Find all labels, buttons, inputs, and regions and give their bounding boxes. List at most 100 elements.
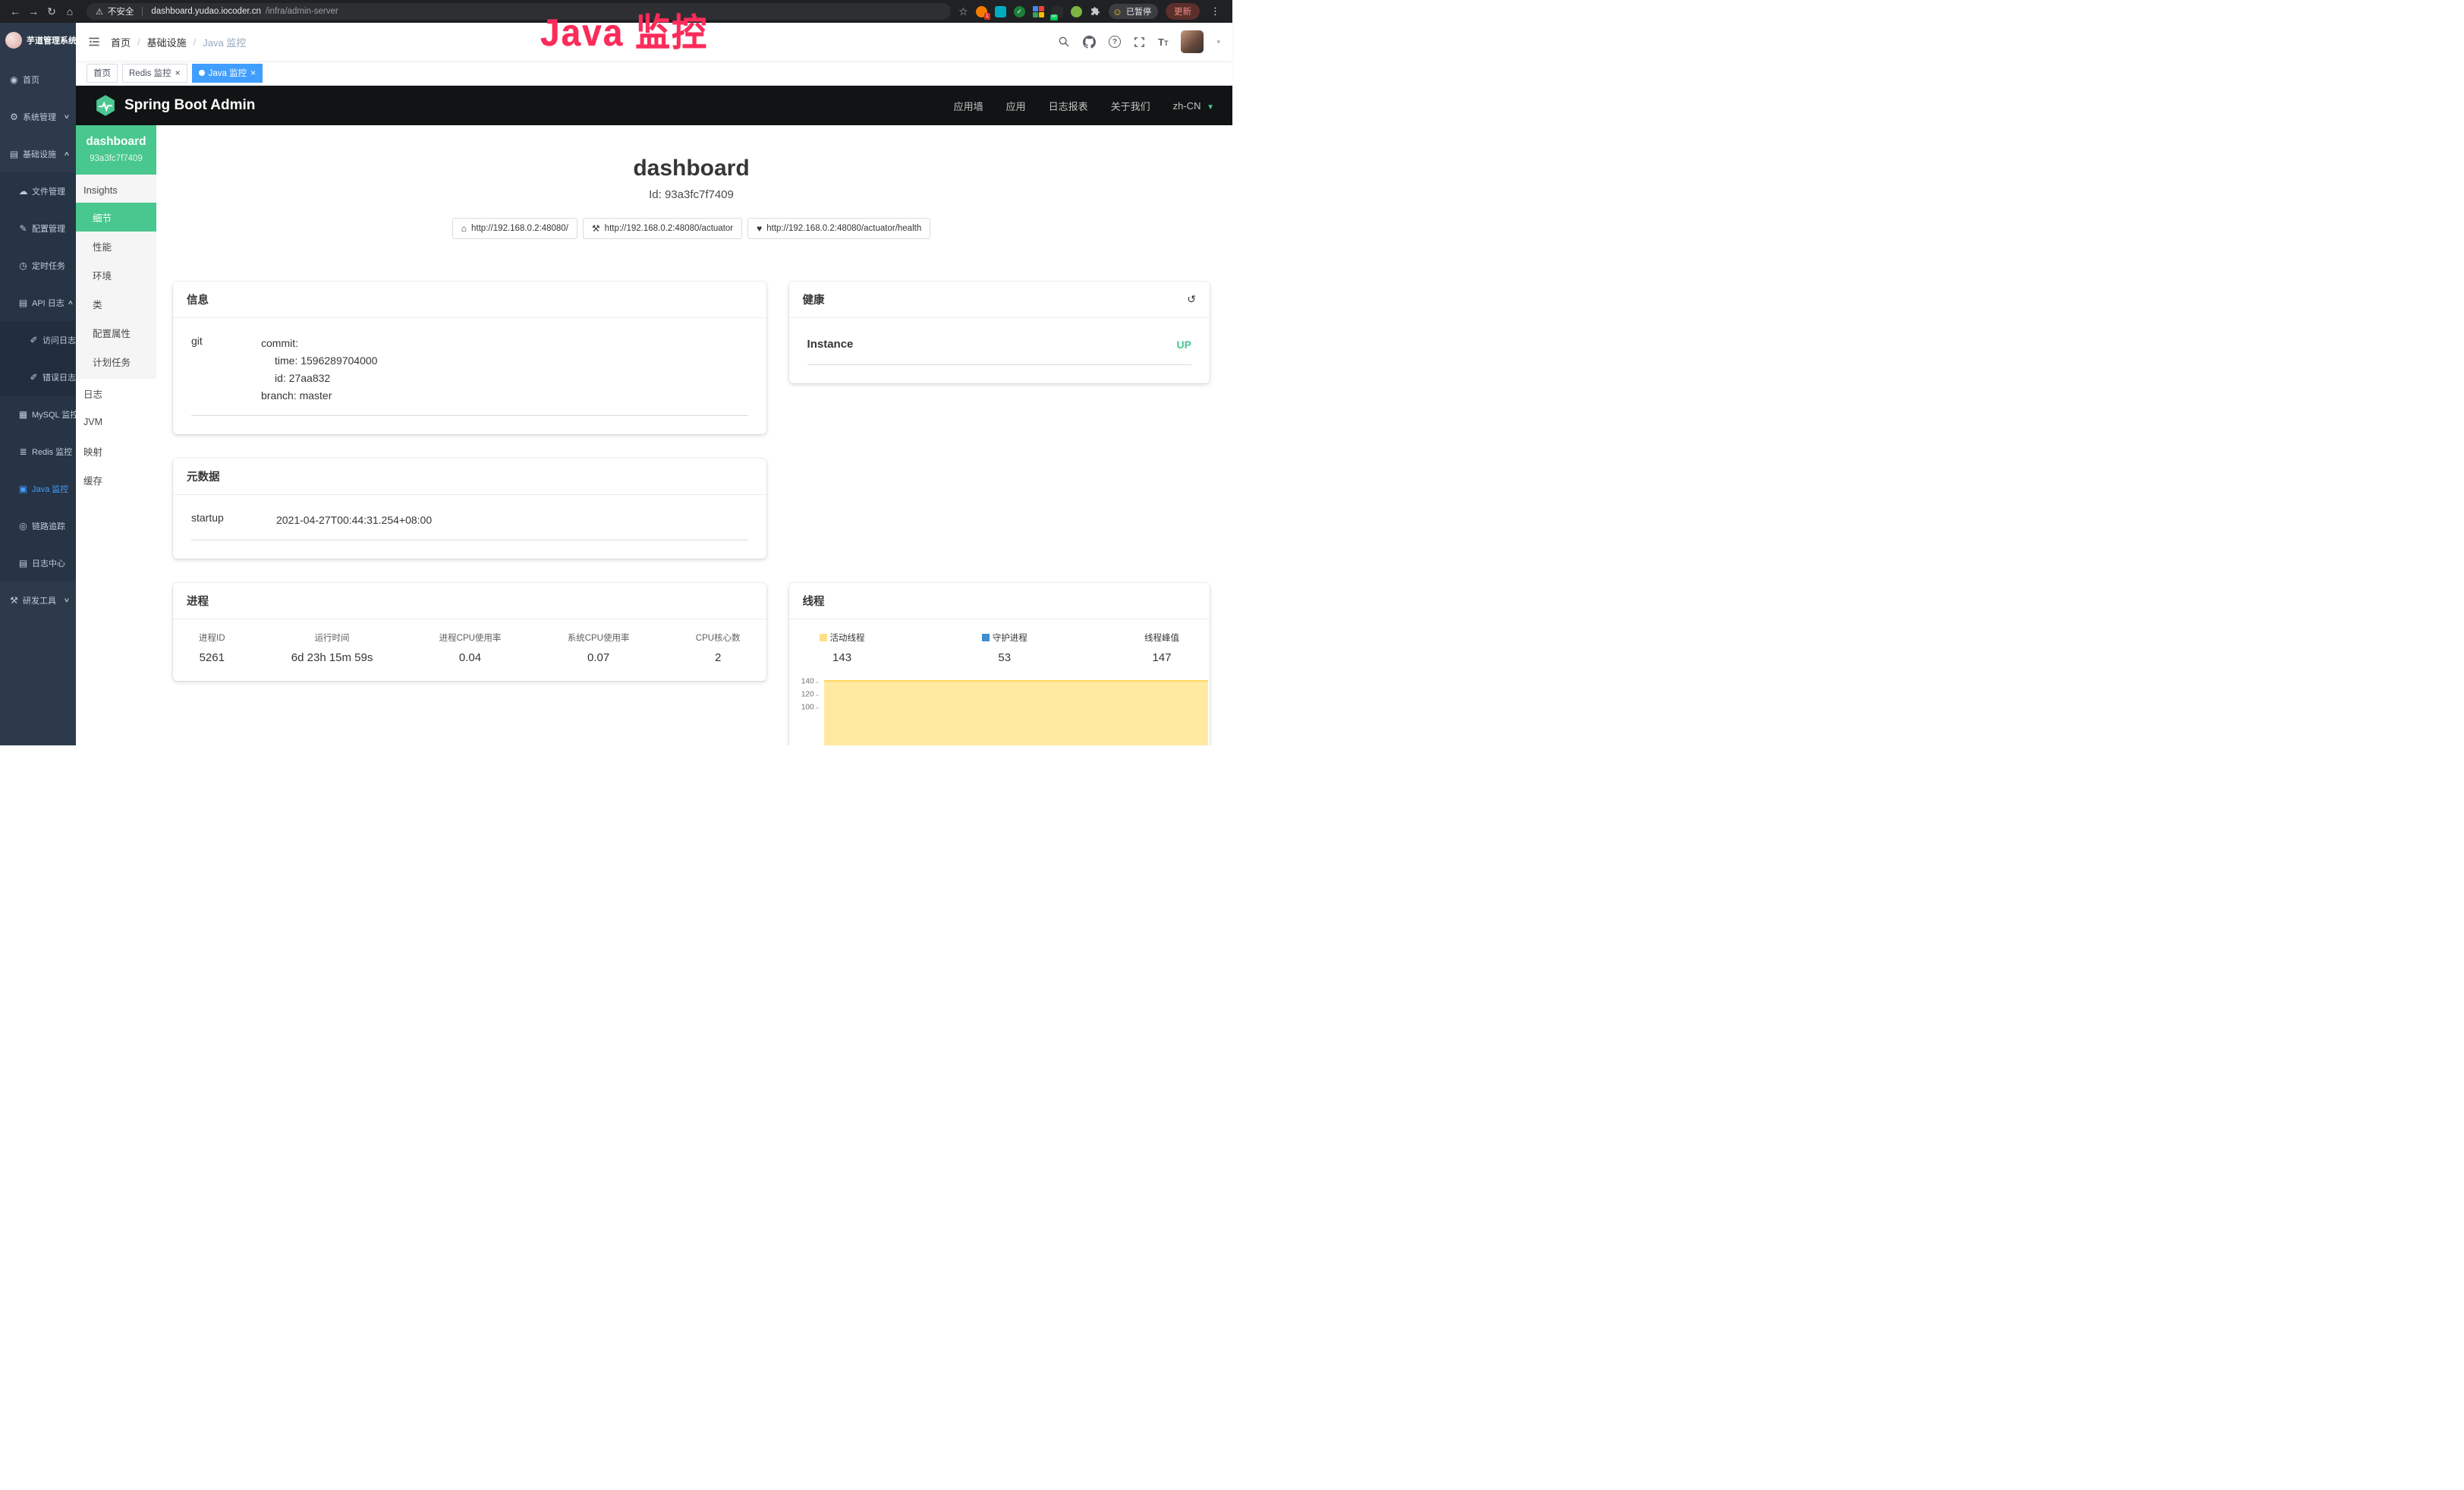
sidebar-item-config-management[interactable]: ✎ 配置管理: [0, 209, 76, 247]
breadcrumb-home[interactable]: 首页: [111, 35, 131, 49]
browser-home-icon[interactable]: ⌂: [61, 3, 79, 20]
reload-icon[interactable]: ↻: [42, 3, 61, 20]
sidebar-item-mysql-monitor[interactable]: ▦ MySQL 监控: [0, 395, 76, 433]
url-domain[interactable]: dashboard.yudao.iocoder.cn: [151, 7, 261, 16]
forward-icon[interactable]: →: [24, 3, 42, 20]
sba-nav-applications[interactable]: 应用: [1006, 99, 1026, 113]
sba-brand[interactable]: Spring Boot Admin: [94, 94, 255, 117]
sidebar-item-infrastructure[interactable]: ▤ 基础设施 ∧: [0, 135, 76, 172]
annotation-java-monitor: Java 监控: [540, 3, 708, 57]
sidebar-item-access-logs[interactable]: ✐ 访问日志: [0, 321, 76, 358]
sba-menu-logs[interactable]: 日志: [76, 379, 156, 408]
sba-menu-details[interactable]: 细节: [76, 203, 156, 232]
bookmark-star-icon[interactable]: ☆: [958, 5, 968, 18]
sba-nav-about[interactable]: 关于我们: [1111, 99, 1150, 113]
browser-menu-icon[interactable]: ⋮: [1207, 5, 1223, 17]
health-card-title: 健康: [803, 291, 825, 307]
health-card: 健康 ↺ Instance UP: [789, 282, 1210, 383]
threads-chart-live-area: [824, 680, 1208, 745]
extension-icon-4[interactable]: [1033, 6, 1044, 17]
sba-locale-select[interactable]: zh-CN ▼: [1173, 100, 1214, 112]
help-icon[interactable]: ?: [1109, 36, 1121, 48]
avatar[interactable]: [1181, 30, 1204, 53]
breadcrumb-infrastructure[interactable]: 基础设施: [147, 35, 187, 49]
log-center-icon: ▤: [18, 558, 28, 569]
github-icon[interactable]: [1083, 36, 1096, 49]
tab-redis-monitor[interactable]: Redis 监控 ×: [122, 64, 187, 83]
sidebar-item-dev-tools[interactable]: ⚒ 研发工具 ∨: [0, 581, 76, 619]
extension-icon-5[interactable]: on: [1052, 6, 1063, 17]
sidebar-item-api-logs[interactable]: ▤ API 日志 ∧: [0, 284, 76, 321]
sba-header: Spring Boot Admin 应用墙 应用 日志报表 关于我们 zh-CN…: [76, 86, 1232, 125]
sba-instance-box[interactable]: dashboard 93a3fc7f7409: [76, 125, 156, 175]
access-log-icon: ✐: [29, 335, 39, 345]
extension-icon-2[interactable]: [995, 6, 1006, 17]
sba-insights-group: Insights 细节 性能 环境 类 配置属性 计划任务: [76, 175, 156, 379]
browser-update-button[interactable]: 更新: [1166, 3, 1200, 20]
health-url-button[interactable]: ♥ http://192.168.0.2:48080/actuator/heal…: [747, 218, 930, 239]
actuator-url-button[interactable]: ⚒ http://192.168.0.2:48080/actuator: [583, 218, 742, 239]
app-logo[interactable]: 芋道管理系统: [0, 23, 76, 58]
sidebar-item-system-management[interactable]: ⚙ 系统管理 ∨: [0, 98, 76, 135]
warning-icon: ⚠: [96, 7, 103, 17]
tab-java-monitor[interactable]: Java 监控 ×: [192, 64, 263, 83]
chevron-down-icon: ∨: [64, 597, 71, 603]
sidebar-item-java-monitor[interactable]: ▣ Java 监控: [0, 470, 76, 507]
sidebar-item-redis-monitor[interactable]: ≣ Redis 监控: [0, 433, 76, 470]
sba-menu-jvm[interactable]: JVM: [76, 408, 156, 436]
legend-blue-swatch: [982, 634, 990, 641]
instance-url-button[interactable]: ⌂ http://192.168.0.2:48080/: [452, 218, 577, 239]
chevron-up-icon: ∧: [67, 299, 74, 306]
sidebar-item-link-tracing[interactable]: ◎ 链路追踪: [0, 507, 76, 544]
metadata-card-title: 元数据: [187, 468, 220, 484]
caret-down-icon: ▼: [1207, 103, 1214, 112]
extension-icon-1[interactable]: 1: [976, 6, 987, 17]
extension-icon-3[interactable]: ✓: [1014, 6, 1025, 17]
search-icon[interactable]: [1058, 36, 1070, 48]
sba-nav-journal[interactable]: 日志报表: [1049, 99, 1088, 113]
sba-menu-classes[interactable]: 类: [76, 289, 156, 318]
font-size-icon[interactable]: TT: [1158, 36, 1168, 48]
url-path[interactable]: /infra/admin-server: [266, 7, 338, 16]
threads-chart-yaxis: 140 120 100: [794, 678, 820, 745]
sba-menu-performance[interactable]: 性能: [76, 232, 156, 260]
active-dot: [199, 70, 205, 76]
home-icon: ⌂: [461, 223, 467, 234]
sidebar-item-home[interactable]: ◉ 首页: [0, 61, 76, 98]
threads-card-title: 线程: [803, 593, 825, 609]
app-logo-icon: [5, 32, 22, 49]
sba-menu-environment[interactable]: 环境: [76, 260, 156, 289]
history-icon[interactable]: ↺: [1187, 293, 1196, 306]
profile-sync-paused-chip[interactable]: ☺ 已暂停: [1109, 4, 1158, 19]
dashboard-icon: ◉: [9, 74, 19, 85]
extension-on-badge: on: [1050, 14, 1059, 20]
sidebar-item-scheduled-tasks[interactable]: ◷ 定时任务: [0, 247, 76, 284]
sba-nav-wallboard[interactable]: 应用墙: [954, 99, 983, 113]
close-icon[interactable]: ×: [175, 68, 181, 77]
tab-home[interactable]: 首页: [87, 64, 118, 83]
sidebar-item-file-management[interactable]: ☁ 文件管理: [0, 172, 76, 209]
address-bar[interactable]: ⚠ 不安全 dashboard.yudao.iocoder.cn /infra/…: [87, 3, 951, 20]
sba-menu-caches[interactable]: 缓存: [76, 465, 156, 494]
legend-yellow-swatch: [820, 634, 827, 641]
sba-menu-config-properties[interactable]: 配置属性: [76, 318, 156, 347]
sba-menu-scheduled-tasks[interactable]: 计划任务: [76, 347, 156, 376]
trace-icon: ◎: [18, 521, 28, 531]
sba-menu-mappings[interactable]: 映射: [76, 436, 156, 465]
sidebar-item-log-center[interactable]: ▤ 日志中心: [0, 544, 76, 581]
extensions-puzzle-icon[interactable]: [1090, 6, 1101, 17]
sba-instance-id: 93a3fc7f7409: [80, 154, 152, 163]
breadcrumb: 首页 / 基础设施 / Java 监控: [111, 35, 246, 49]
job-icon: ◷: [18, 260, 28, 271]
fullscreen-icon[interactable]: [1134, 36, 1145, 48]
hamburger-icon[interactable]: [88, 36, 100, 48]
info-value: commit: time: 1596289704000 id: 27aa832 …: [261, 335, 377, 405]
extension-icon-6[interactable]: [1071, 6, 1082, 17]
sidebar-item-error-logs[interactable]: ✐ 错误日志: [0, 358, 76, 395]
back-icon[interactable]: ←: [6, 3, 24, 20]
infrastructure-icon: ▤: [9, 149, 19, 159]
close-icon[interactable]: ×: [250, 68, 256, 77]
mysql-icon: ▦: [18, 409, 28, 420]
process-card-title: 进程: [187, 593, 209, 609]
security-label[interactable]: 不安全: [108, 5, 134, 17]
